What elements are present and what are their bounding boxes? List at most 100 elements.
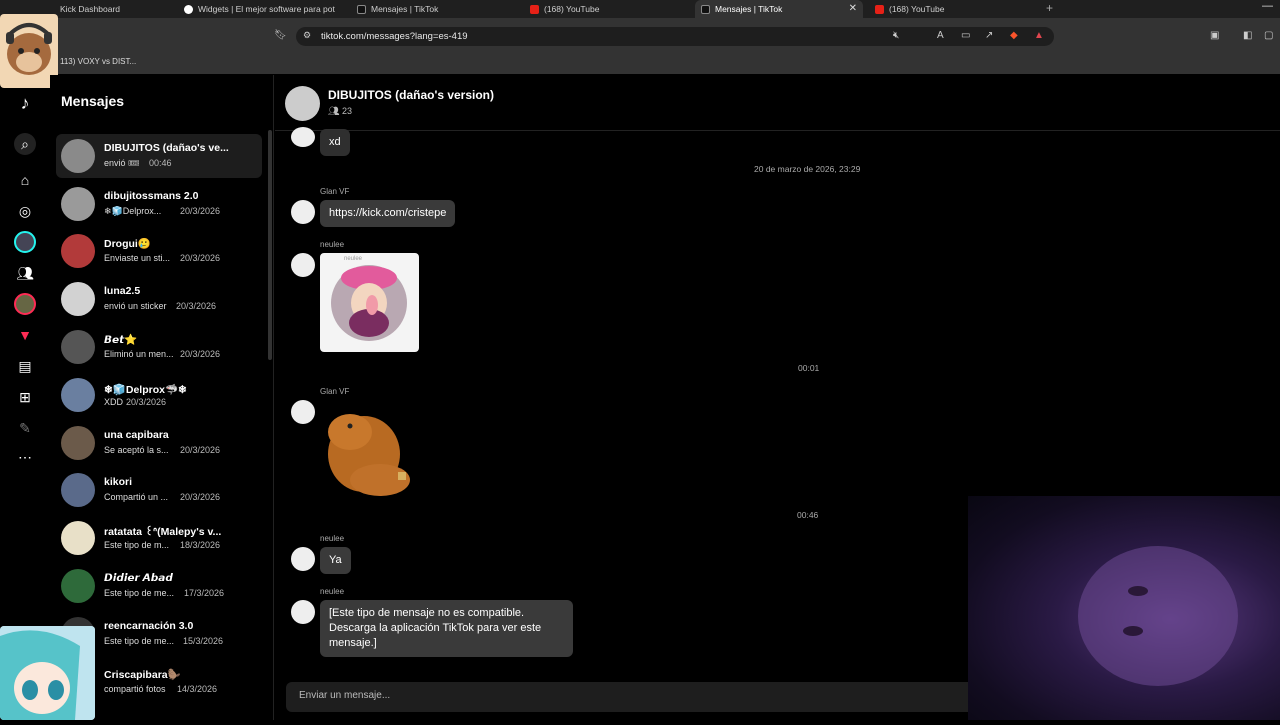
members-icon: 👥︎ [328, 106, 342, 116]
conversation-name: ❄🧊Delprox🦈❄ [104, 384, 187, 396]
tab-youtube[interactable]: (168) YouTube [530, 0, 680, 18]
inbox-icon[interactable]: ▼ [14, 324, 36, 346]
message-timestamp: 00:46 [797, 510, 819, 520]
conversation-item[interactable]: ❄🧊Delprox🦈❄ XDD 20/3/2026 [56, 373, 262, 417]
live-avatar-icon[interactable] [14, 231, 36, 253]
new-tab-button[interactable]: + [1046, 1, 1053, 15]
conversation-name: Criscapibara🦫 [104, 669, 181, 681]
bookmarks-bar [0, 54, 1280, 74]
bookmark-item[interactable]: 113) VOXY vs DIST... [60, 57, 136, 66]
conversation-avatar [61, 473, 95, 507]
browser-tab-bar: Kick Dashboard Widgets | El mejor softwa… [0, 0, 1280, 18]
message-avatar[interactable] [291, 547, 315, 571]
tiktok-icon [357, 4, 366, 14]
message-input-placeholder[interactable]: Enviar un mensaje... [299, 690, 390, 701]
conversation-avatar [61, 569, 95, 603]
conversation-item[interactable]: luna2.5 envió un sticker 20/3/2026 [56, 277, 262, 321]
screenshot-icon[interactable]: ▣ [1210, 30, 1219, 41]
member-count-value: 23 [341, 106, 352, 116]
conversation-date: 18/3/2026 [180, 540, 221, 550]
message-composer[interactable] [286, 682, 986, 712]
conversation-preview: Este tipo de me... [104, 636, 175, 646]
tab-label: Widgets | El mejor software para pot [198, 4, 335, 14]
home-icon[interactable]: ⌂ [14, 169, 36, 191]
conversation-date: 20/3/2026 [180, 445, 221, 455]
conversation-date: 00:46 [149, 158, 172, 168]
message-sender: neulee [320, 587, 345, 596]
tab-tiktok-messages[interactable]: Mensajes | TikTok [357, 0, 507, 18]
site-settings-icon[interactable]: ⚙ [303, 30, 311, 41]
message-avatar[interactable] [291, 253, 315, 277]
message-line: Descarga la aplicación TikTok para ver e… [329, 622, 542, 634]
feather-icon[interactable]: ✎ [14, 417, 36, 439]
anime-character-overlay [0, 626, 95, 720]
conversation-item[interactable]: ratatata ꒰ᐢ(Malepy's v... Este tipo de m… [56, 516, 262, 560]
conversation-item[interactable]: dibujitossmans 2.0 ❄🧊Delprox... 20/3/202… [56, 182, 262, 226]
conversation-date: 20/3/2026 [180, 253, 221, 263]
message-avatar[interactable] [291, 400, 315, 424]
friends-icon[interactable]: 👥︎ [14, 262, 36, 284]
conversation-preview: XDD [104, 397, 124, 407]
explore-icon[interactable]: ◎ [14, 200, 36, 222]
conversation-name: una capibara [104, 429, 169, 441]
message-link-bubble[interactable]: https://kick.com/cristepe [320, 200, 456, 227]
message-timestamp: 00:01 [798, 363, 820, 373]
messages-icon[interactable]: ▤ [14, 355, 36, 377]
conversation-item[interactable]: 𝘿𝙞𝙙𝙞𝙚𝙧 𝘼𝙗𝙖𝙙 Este tipo de me... 17/3/2026 [56, 564, 262, 608]
url-text[interactable]: tiktok.com/messages?lang=es-419 [321, 31, 468, 42]
tab-youtube-2[interactable]: (168) YouTube [875, 0, 1025, 18]
conversation-name: 𝘿𝙞𝙙𝙞𝙚𝙧 𝘼𝙗𝙖𝙙 [104, 572, 173, 584]
message-avatar[interactable] [291, 200, 315, 224]
conversation-name: 𝘽𝙚𝙩⭐ [104, 334, 138, 346]
conversation-item[interactable]: DIBUJITOS (dañao's ve... envió 🎟 00:46 [56, 134, 262, 178]
close-tab-icon[interactable]: ✕ [849, 3, 857, 14]
conversation-preview: Enviaste un sti... [104, 253, 171, 263]
message-avatar[interactable] [291, 127, 315, 147]
conversation-date: 15/3/2026 [183, 636, 224, 646]
conversation-item[interactable]: una capibara Se aceptó la s... 20/3/2026 [56, 421, 262, 465]
chat-header [275, 75, 1280, 131]
message-timestamp: 20 de marzo de 2026, 23:29 [754, 164, 861, 174]
conversation-date: 20/3/2026 [180, 349, 221, 359]
conversation-date: 14/3/2026 [177, 684, 218, 694]
webcam-overlay [968, 496, 1280, 720]
conversation-preview: ❄🧊Delprox... [104, 206, 162, 216]
brave-rewards-icon[interactable]: ▲ [1034, 30, 1044, 41]
sidebar-toggle-icon[interactable]: ◧ [1243, 30, 1252, 41]
youtube-icon [875, 4, 884, 14]
upload-icon[interactable]: ⊞ [14, 386, 36, 408]
conversation-name: dibujitossmans 2.0 [104, 190, 199, 202]
mute-icon[interactable]: 🔇︎ [893, 30, 899, 41]
capybara-sticker[interactable] [320, 402, 420, 498]
conversation-avatar [61, 378, 95, 412]
conversation-date: 20/3/2026 [126, 397, 167, 407]
conversation-date: 20/3/2026 [176, 301, 217, 311]
tiktok-logo-icon[interactable]: ♪ [14, 92, 36, 114]
conversation-name: reencarnación 3.0 [104, 620, 194, 632]
chat-title[interactable]: DIBUJITOS (dañao's version) [328, 88, 494, 102]
brave-shield-icon[interactable]: ◆ [1010, 30, 1018, 41]
message-avatar[interactable] [291, 600, 315, 624]
youtube-icon [530, 4, 539, 14]
conversation-item[interactable]: Drogui🥲 Enviaste un sti... 20/3/2026 [56, 229, 262, 273]
group-avatar[interactable] [285, 86, 320, 121]
bookmark-icon[interactable]: 🔖︎ [274, 30, 287, 41]
tab-widgets[interactable]: Widgets | El mejor software para pot [184, 0, 336, 18]
conversation-preview: Compartió un ... [104, 492, 169, 502]
translate-icon[interactable]: A [937, 30, 944, 41]
minimize-window-icon[interactable]: — [1262, 0, 1273, 12]
sidebar-scrollbar[interactable] [268, 130, 272, 360]
more-icon[interactable]: ⋯ [14, 446, 36, 468]
cast-icon[interactable]: ▭ [961, 30, 970, 41]
live-icon[interactable] [14, 293, 36, 315]
conversation-item[interactable]: 𝘽𝙚𝙩⭐ Eliminó un men... 20/3/2026 [56, 325, 262, 369]
conversation-preview: envió un sticker [104, 301, 167, 311]
sticker-image[interactable]: neulee [320, 253, 419, 352]
search-icon[interactable]: ⌕ [14, 133, 36, 155]
tab-kick-dashboard[interactable]: Kick Dashboard [60, 0, 170, 18]
conversation-item[interactable]: kikori Compartió un ... 20/3/2026 [56, 468, 262, 512]
member-count[interactable]: 👥︎ 23 [328, 106, 352, 117]
wallet-icon[interactable]: ▢ [1264, 30, 1273, 41]
tab-tiktok-messages-active[interactable]: Mensajes | TikTok ✕ [695, 0, 863, 18]
share-icon[interactable]: ↗ [985, 30, 993, 41]
